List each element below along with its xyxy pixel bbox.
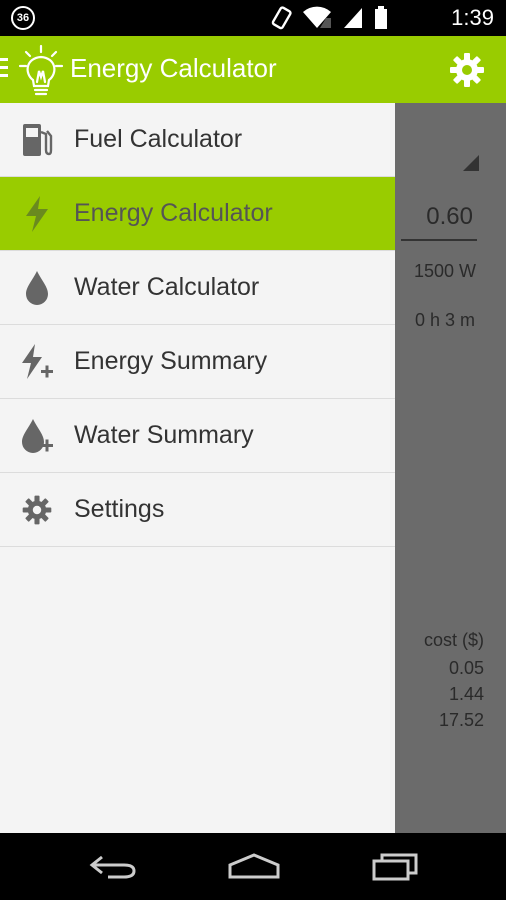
drawer-item-label: Fuel Calculator bbox=[74, 125, 243, 153]
back-icon[interactable] bbox=[88, 851, 138, 881]
drawer-item-fuel-calculator[interactable]: Fuel Calculator bbox=[0, 103, 395, 177]
lightning-plus-icon bbox=[0, 325, 74, 399]
drawer-item-label: Energy Calculator bbox=[74, 199, 273, 227]
home-icon[interactable] bbox=[226, 851, 282, 881]
drawer-item-label: Settings bbox=[74, 495, 165, 523]
rate-input[interactable]: 0.60 bbox=[401, 203, 477, 241]
drawer-item-label: Water Summary bbox=[74, 421, 254, 449]
cost-value: 1.44 bbox=[448, 684, 484, 704]
lightning-icon bbox=[0, 177, 74, 251]
lightbulb-icon[interactable] bbox=[18, 44, 64, 103]
cellular-signal-icon bbox=[344, 8, 362, 28]
water-drop-icon bbox=[0, 251, 74, 325]
action-bar: Energy Calculator bbox=[0, 36, 506, 103]
gear-icon bbox=[0, 473, 74, 547]
drawer-item-water-summary[interactable]: Water Summary bbox=[0, 399, 395, 473]
app-title: Energy Calculator bbox=[70, 53, 277, 83]
cost-value: 17.52 bbox=[438, 710, 484, 730]
fuel-pump-icon bbox=[0, 103, 74, 177]
cost-header: cost ($) bbox=[423, 630, 484, 650]
drawer-item-energy-summary[interactable]: Energy Summary bbox=[0, 325, 395, 399]
navigation-drawer: Fuel Calculator Energy Calculator Water … bbox=[0, 103, 395, 833]
system-navigation-bar bbox=[0, 833, 506, 900]
status-icons bbox=[270, 6, 388, 30]
duration-value: 0 h 3 m bbox=[415, 310, 476, 330]
power-value: 1500 W bbox=[414, 261, 477, 281]
spinner-arrow-icon[interactable] bbox=[463, 155, 479, 171]
drawer-item-water-calculator[interactable]: Water Calculator bbox=[0, 251, 395, 325]
drawer-scrim[interactable]: 0.60 1500 W 0 h 3 m cost ($) 0.05 1.44 1… bbox=[395, 103, 506, 833]
notification-badge: 36 bbox=[11, 6, 35, 30]
drawer-item-settings[interactable]: Settings bbox=[0, 473, 395, 547]
settings-gear-icon[interactable] bbox=[448, 51, 486, 89]
wifi-icon bbox=[303, 6, 331, 28]
recent-apps-icon[interactable] bbox=[370, 851, 420, 881]
status-bar: 36 1:39 bbox=[0, 0, 506, 36]
drawer-item-label: Water Calculator bbox=[74, 273, 260, 301]
battery-icon bbox=[375, 6, 387, 29]
drawer-toggle-icon[interactable] bbox=[0, 58, 8, 80]
drawer-item-energy-calculator[interactable]: Energy Calculator bbox=[0, 177, 395, 251]
drawer-item-label: Energy Summary bbox=[74, 347, 268, 375]
water-drop-plus-icon bbox=[0, 399, 74, 473]
screen-rotation-icon bbox=[271, 6, 292, 30]
clock: 1:39 bbox=[451, 5, 494, 30]
cost-value: 0.05 bbox=[448, 658, 484, 678]
